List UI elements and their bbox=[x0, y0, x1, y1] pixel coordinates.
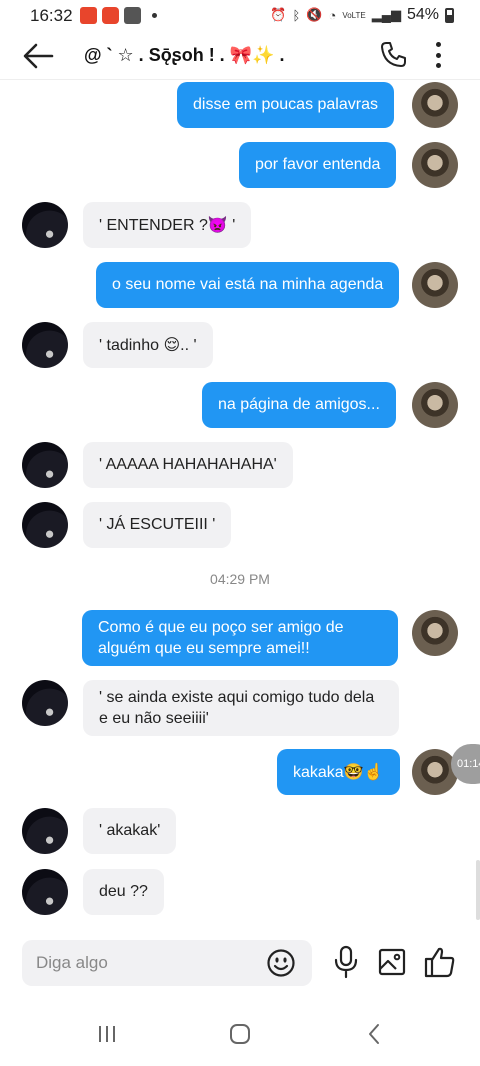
emoji-icon bbox=[267, 949, 295, 977]
nav-home-icon bbox=[230, 1024, 250, 1044]
system-back-button[interactable] bbox=[366, 1022, 382, 1046]
nav-back-icon bbox=[369, 1024, 379, 1044]
contact-avatar[interactable] bbox=[22, 442, 68, 488]
message-bubble-incoming[interactable]: ' tadinho 😌.. ' bbox=[83, 322, 213, 368]
battery-percent: 54% bbox=[406, 6, 439, 23]
contact-avatar[interactable] bbox=[22, 202, 68, 248]
battery-icon bbox=[445, 7, 454, 23]
message-bubble-outgoing[interactable]: na página de amigos... bbox=[202, 382, 396, 428]
status-notification-icons bbox=[80, 7, 157, 24]
scrollbar[interactable] bbox=[476, 860, 480, 920]
chat-header: @ ` ☆ . Sǭʂoh ! . 🎀✨ . bbox=[0, 32, 480, 80]
message-bubble-outgoing[interactable]: Como é que eu poço ser amigo de alguém q… bbox=[82, 610, 398, 666]
alarm-icon: ⏰ bbox=[270, 7, 287, 22]
mute-icon: 🔇 bbox=[306, 7, 323, 22]
chat-title[interactable]: @ ` ☆ . Sǭʂoh ! . 🎀✨ . bbox=[84, 45, 285, 66]
voice-message-button[interactable] bbox=[331, 945, 361, 979]
contact-avatar[interactable] bbox=[22, 502, 68, 548]
more-options-button[interactable] bbox=[426, 40, 450, 70]
microphone-icon bbox=[334, 945, 358, 979]
wifi-icon: ◔ bbox=[328, 7, 337, 23]
call-button[interactable] bbox=[378, 40, 408, 70]
message-bubble-incoming[interactable]: ' AAAAA HAHAHAHAHA' bbox=[83, 442, 293, 488]
contact-avatar[interactable] bbox=[22, 680, 68, 726]
message-bubble-outgoing[interactable]: kakaka🤓☝️ bbox=[277, 749, 400, 795]
signal-icon: ▂▄▆ bbox=[371, 7, 401, 22]
message-list[interactable]: disse em poucas palavras por favor enten… bbox=[0, 80, 480, 935]
message-bubble-incoming[interactable]: deu ?? bbox=[83, 869, 164, 915]
thumbs-up-icon bbox=[424, 947, 455, 978]
emoji-button[interactable] bbox=[266, 948, 296, 978]
phone-icon bbox=[381, 42, 406, 67]
contact-avatar[interactable] bbox=[22, 869, 68, 915]
recents-button[interactable] bbox=[96, 1023, 118, 1045]
contact-avatar[interactable] bbox=[22, 322, 68, 368]
message-timestamp: 04:29 PM bbox=[210, 571, 270, 587]
message-bubble-incoming[interactable]: ' ENTENDER ?👿 ' bbox=[83, 202, 252, 248]
my-avatar[interactable] bbox=[412, 749, 458, 795]
status-system-icons: ⏰ ᛒ 🔇 ◔ VoLTE ▂▄▆ 54% bbox=[270, 6, 454, 24]
app-notification-icon bbox=[102, 7, 119, 24]
gallery-notification-icon bbox=[124, 7, 141, 24]
nav-recents-icon bbox=[99, 1026, 115, 1042]
image-icon bbox=[378, 948, 406, 976]
my-avatar[interactable] bbox=[412, 610, 458, 656]
message-bubble-incoming[interactable]: ' se ainda existe aqui comigo tudo dela … bbox=[83, 680, 399, 736]
more-vertical-icon bbox=[435, 42, 441, 47]
message-bubble-outgoing[interactable]: disse em poucas palavras bbox=[177, 82, 394, 128]
my-avatar[interactable] bbox=[412, 382, 458, 428]
message-composer bbox=[0, 935, 480, 995]
my-avatar[interactable] bbox=[412, 142, 458, 188]
contact-avatar[interactable] bbox=[22, 808, 68, 854]
back-button[interactable] bbox=[20, 40, 56, 72]
message-bubble-outgoing[interactable]: o seu nome vai está na minha agenda bbox=[96, 262, 400, 308]
message-bubble-incoming[interactable]: ' akakak' bbox=[83, 808, 177, 854]
more-notifications-dot-icon bbox=[152, 13, 157, 18]
screen-record-icon bbox=[80, 7, 97, 24]
message-bubble-incoming[interactable]: ' JÁ ESCUTEIII ' bbox=[83, 502, 232, 548]
status-time: 16:32 bbox=[30, 6, 73, 25]
system-navigation-bar bbox=[0, 995, 480, 1066]
message-input-container bbox=[22, 940, 312, 986]
attach-image-button[interactable] bbox=[377, 947, 407, 977]
home-button[interactable] bbox=[229, 1023, 251, 1045]
my-avatar[interactable] bbox=[412, 262, 458, 308]
bluetooth-icon: ᛒ bbox=[292, 7, 301, 23]
status-bar: 16:32 ⏰ ᛒ 🔇 ◔ VoLTE ▂▄▆ 54% bbox=[0, 0, 480, 32]
message-bubble-outgoing[interactable]: por favor entenda bbox=[239, 142, 397, 188]
back-arrow-icon bbox=[23, 43, 54, 69]
message-input[interactable] bbox=[36, 940, 256, 986]
volte-label: VoLTE bbox=[342, 10, 366, 20]
my-avatar[interactable] bbox=[412, 82, 458, 128]
like-button[interactable] bbox=[423, 945, 457, 979]
